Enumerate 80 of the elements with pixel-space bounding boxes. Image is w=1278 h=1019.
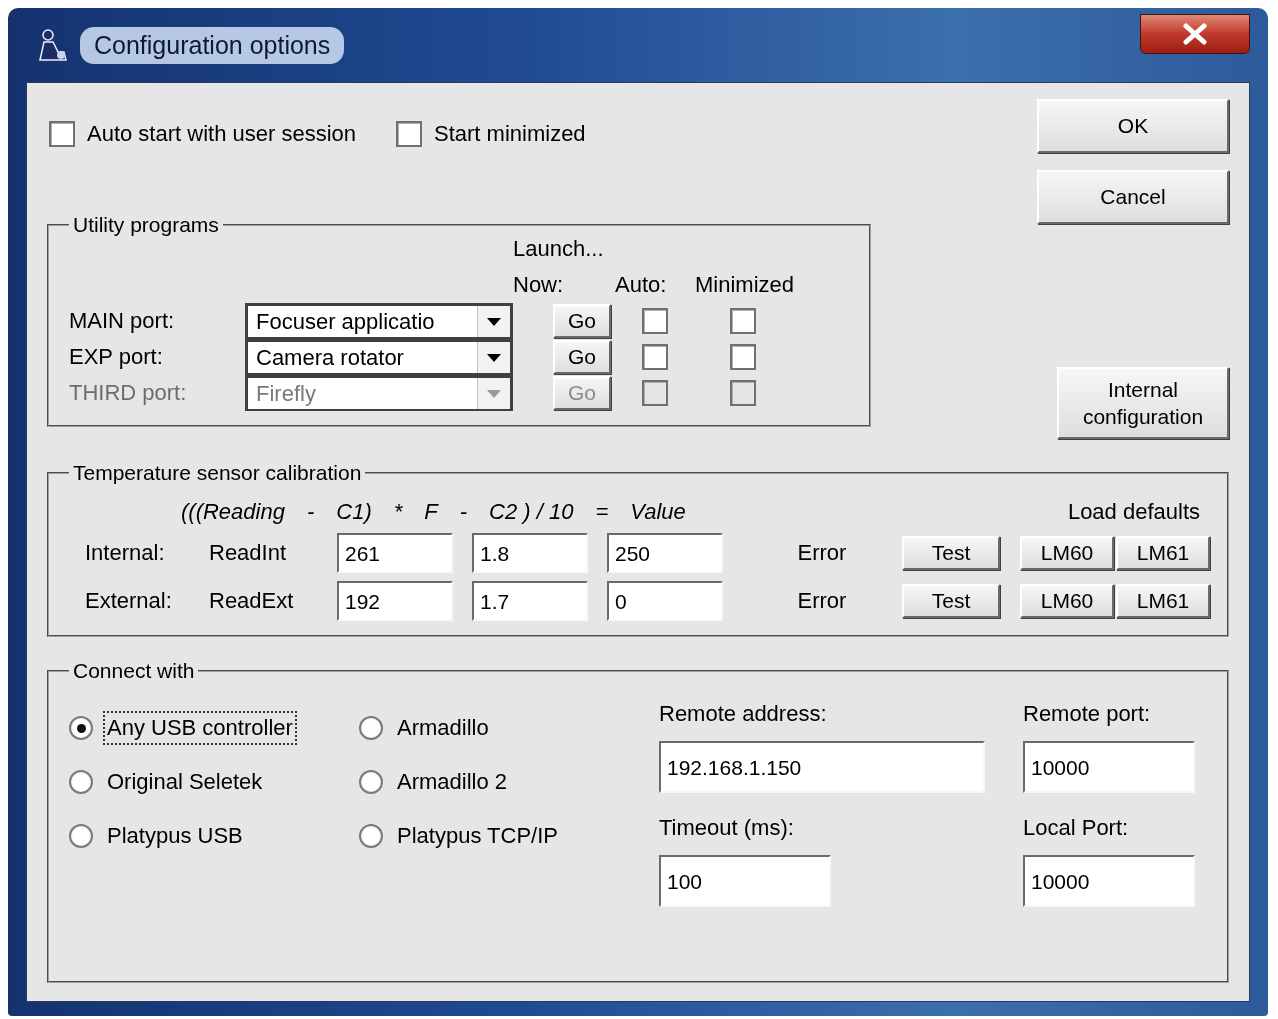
radio-button[interactable]: [359, 770, 383, 794]
formula-term: -: [306, 499, 315, 525]
radio-button[interactable]: [69, 716, 93, 740]
checkbox-label: Auto start with user session: [87, 121, 356, 147]
input-field[interactable]: 100: [659, 855, 831, 907]
program-dropdown[interactable]: Focuser applicatio: [245, 303, 513, 339]
test-button[interactable]: Test: [902, 584, 1000, 618]
input-field[interactable]: 10000: [1023, 855, 1195, 907]
default-button[interactable]: LM61: [1116, 584, 1210, 618]
radio-label: Original Seletek: [106, 768, 264, 796]
value-text: Error: [797, 588, 847, 614]
value-text: Error: [797, 540, 847, 566]
reading-label: ReadInt: [209, 540, 287, 566]
close-icon: [1182, 23, 1208, 45]
default-button[interactable]: LM61: [1116, 536, 1210, 570]
checkbox[interactable]: [49, 121, 75, 147]
field-label: Remote address:: [659, 701, 828, 727]
c2-field[interactable]: 250: [607, 533, 723, 573]
port-label: EXP port:: [69, 344, 163, 370]
f-field[interactable]: 1.7: [472, 581, 588, 621]
ok-button[interactable]: OK: [1037, 99, 1229, 153]
f-field[interactable]: 1.8: [472, 533, 588, 573]
radio-label: Any USB controller: [105, 713, 295, 743]
load-defaults-label: Load defaults: [1067, 499, 1200, 525]
cancel-button[interactable]: Cancel: [1037, 170, 1229, 224]
dropdown-arrow-icon: [487, 317, 501, 326]
app-icon: [36, 28, 70, 62]
input-field[interactable]: 10000: [1023, 741, 1195, 793]
group-title: Connect with: [72, 659, 196, 683]
internal-configuration-button[interactable]: Internal configuration: [1057, 367, 1229, 439]
group-title: Temperature sensor calibration: [72, 461, 363, 485]
c1-field[interactable]: 261: [337, 533, 453, 573]
default-button[interactable]: LM60: [1020, 536, 1114, 570]
radio-label: Platypus USB: [106, 822, 244, 850]
sensor-label: External:: [85, 588, 172, 614]
formula-term: Value: [630, 499, 686, 525]
formula-term: -: [459, 499, 468, 525]
checkbox[interactable]: [730, 308, 756, 334]
column-heading: Now:: [513, 272, 564, 298]
sensor-label: Internal:: [85, 540, 165, 566]
go-button[interactable]: Go: [553, 304, 611, 338]
column-heading: Minimized: [695, 272, 795, 298]
radio-button[interactable]: [69, 770, 93, 794]
checkbox[interactable]: [730, 344, 756, 370]
input-field[interactable]: 192.168.1.150: [659, 741, 985, 793]
field-label: Local Port:: [1023, 815, 1130, 841]
checkbox-label: Start minimized: [434, 121, 586, 147]
formula-term: *: [393, 499, 403, 525]
port-label: THIRD port:: [69, 380, 187, 406]
checkbox[interactable]: [396, 121, 422, 147]
radio-button[interactable]: [359, 716, 383, 740]
program-dropdown[interactable]: Camera rotator: [245, 339, 513, 375]
formula-term: =: [595, 499, 609, 525]
window-title: Configuration options: [80, 26, 345, 64]
checkbox[interactable]: [642, 344, 668, 370]
field-label: Remote port:: [1023, 701, 1152, 727]
column-heading: Launch...: [513, 236, 604, 262]
field-label: Timeout (ms):: [659, 815, 795, 841]
default-button[interactable]: LM60: [1020, 584, 1114, 618]
test-button[interactable]: Test: [902, 536, 1000, 570]
formula-term: F: [424, 499, 438, 525]
go-button[interactable]: Go: [553, 340, 611, 374]
port-label: MAIN port:: [69, 308, 175, 334]
formula-term: (((Reading: [181, 499, 285, 525]
checkbox[interactable]: [642, 308, 668, 334]
radio-label: Armadillo: [396, 714, 490, 742]
formula-term: C1): [336, 499, 372, 525]
formula-term: C2 ) / 10: [489, 499, 574, 525]
c1-field[interactable]: 192: [337, 581, 453, 621]
radio-label: Platypus TCP/IP: [396, 822, 559, 850]
dropdown-arrow-icon: [487, 389, 501, 398]
radio-button[interactable]: [359, 824, 383, 848]
group-title: Utility programs: [72, 213, 220, 237]
column-heading: Auto:: [615, 272, 667, 298]
dropdown-arrow-icon: [487, 353, 501, 362]
radio-label: Armadillo 2: [396, 768, 509, 796]
radio-button[interactable]: [69, 824, 93, 848]
reading-label: ReadExt: [209, 588, 294, 614]
c2-field[interactable]: 0: [607, 581, 723, 621]
close-button[interactable]: [1140, 14, 1250, 54]
